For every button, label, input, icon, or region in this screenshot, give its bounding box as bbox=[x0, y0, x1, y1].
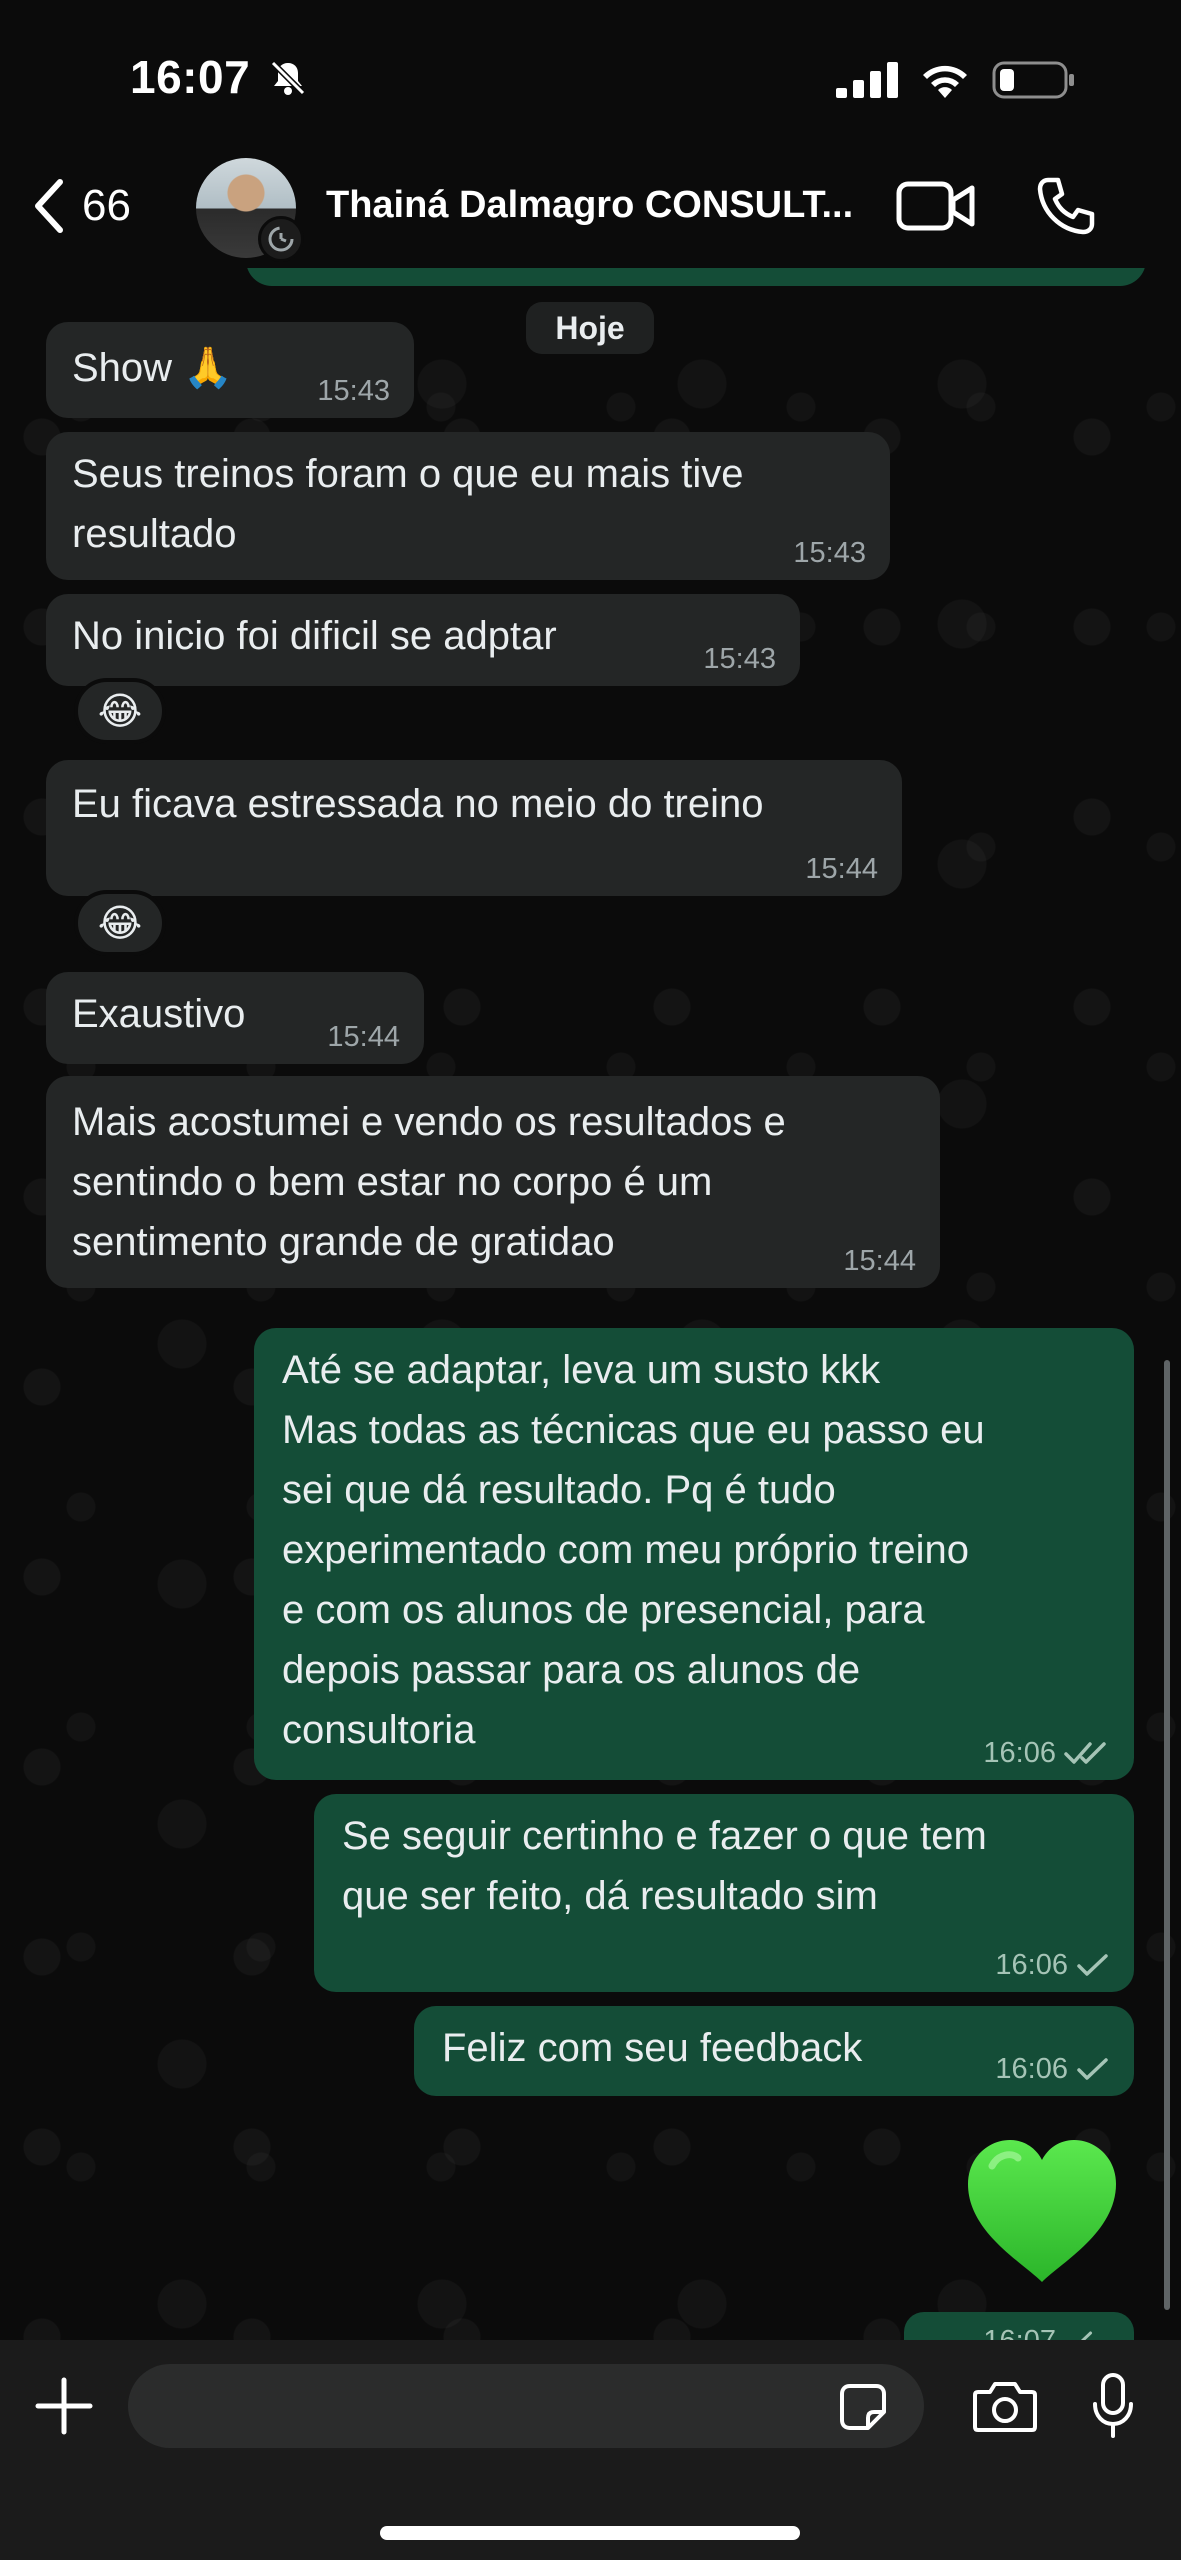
check-icon bbox=[1077, 2058, 1108, 2080]
message-time: 15:44 bbox=[805, 853, 878, 885]
message-bubble-incoming[interactable]: Seus treinos foram o que eu mais tive re… bbox=[46, 432, 890, 580]
wifi-icon bbox=[923, 65, 967, 98]
status-bar: 16:07 bbox=[0, 0, 1181, 160]
scroll-indicator[interactable] bbox=[1164, 1360, 1170, 2310]
message-bubble-outgoing[interactable]: Feliz com seu feedback 16:06 bbox=[414, 2006, 1134, 2096]
message-bubble-incoming[interactable]: Mais acostumei e vendo os resultados e s… bbox=[46, 1076, 940, 1288]
double-check-icon bbox=[1064, 1742, 1106, 1764]
reaction-emoji: 😂 bbox=[97, 902, 143, 945]
green-heart-emoji[interactable] bbox=[962, 2136, 1122, 2286]
message-bubble-incoming[interactable]: No inicio foi dificil se adptar 15:43 bbox=[46, 594, 800, 686]
message-text: Até se adaptar, leva um susto kkk Mas to… bbox=[282, 1348, 985, 1752]
message-input[interactable] bbox=[128, 2364, 924, 2448]
message-input-bar bbox=[0, 2340, 1181, 2560]
sticker-icon[interactable] bbox=[838, 2382, 888, 2432]
message-text: Eu ficava estressada no meio do treino bbox=[72, 782, 764, 826]
chevron-left-icon bbox=[35, 179, 63, 233]
back-button[interactable]: 66 bbox=[30, 178, 131, 234]
battery-icon bbox=[992, 61, 1074, 99]
unread-count: 66 bbox=[82, 181, 131, 230]
contact-name[interactable]: Thainá Dalmagro CONSULT... bbox=[326, 184, 853, 227]
phone-icon[interactable] bbox=[1034, 174, 1098, 238]
message-bubble-outgoing[interactable]: Se seguir certinho e fazer o que tem que… bbox=[314, 1794, 1134, 1992]
camera-icon[interactable] bbox=[972, 2378, 1038, 2434]
reaction-emoji: 😂 bbox=[97, 690, 143, 733]
status-time: 16:07 bbox=[130, 51, 251, 103]
message-text: Seus treinos foram o que eu mais tive re… bbox=[72, 452, 744, 556]
video-camera-icon[interactable] bbox=[896, 178, 976, 234]
message-time: 15:43 bbox=[317, 375, 390, 407]
plus-icon[interactable] bbox=[34, 2376, 94, 2436]
check-icon bbox=[1077, 1954, 1108, 1976]
message-text: No inicio foi dificil se adptar bbox=[72, 614, 557, 658]
signal-icon bbox=[836, 62, 898, 98]
reaction-badge[interactable]: 😂 bbox=[74, 678, 166, 744]
chat-header: 66 Thainá Dalmagro CONSULT... bbox=[0, 150, 1181, 268]
message-time: 15:44 bbox=[327, 1021, 400, 1053]
message-text: Mais acostumei e vendo os resultados e s… bbox=[72, 1100, 786, 1264]
reaction-badge[interactable]: 😂 bbox=[74, 890, 166, 956]
home-indicator[interactable] bbox=[380, 2526, 800, 2540]
message-text: Se seguir certinho e fazer o que tem que… bbox=[342, 1814, 987, 1918]
message-time: 15:44 bbox=[843, 1245, 916, 1277]
message-bubble-incoming[interactable]: Eu ficava estressada no meio do treino 1… bbox=[46, 760, 902, 896]
message-time: 15:43 bbox=[793, 537, 866, 569]
message-bubble-incoming[interactable]: Exaustivo 15:44 bbox=[46, 972, 424, 1064]
message-time: 16:06 bbox=[995, 2053, 1068, 2085]
status-ring-icon bbox=[258, 216, 304, 262]
message-bubble-outgoing[interactable]: Até se adaptar, leva um susto kkk Mas to… bbox=[254, 1328, 1134, 1780]
message-time: 15:43 bbox=[703, 643, 776, 675]
bell-slash-icon bbox=[269, 59, 307, 97]
microphone-icon[interactable] bbox=[1090, 2372, 1136, 2440]
message-bubble-incoming[interactable]: Show 🙏 15:43 bbox=[46, 322, 414, 418]
date-chip: Hoje bbox=[526, 302, 654, 354]
message-time: 16:06 bbox=[983, 1737, 1056, 1769]
message-time: 16:06 bbox=[995, 1949, 1068, 1981]
